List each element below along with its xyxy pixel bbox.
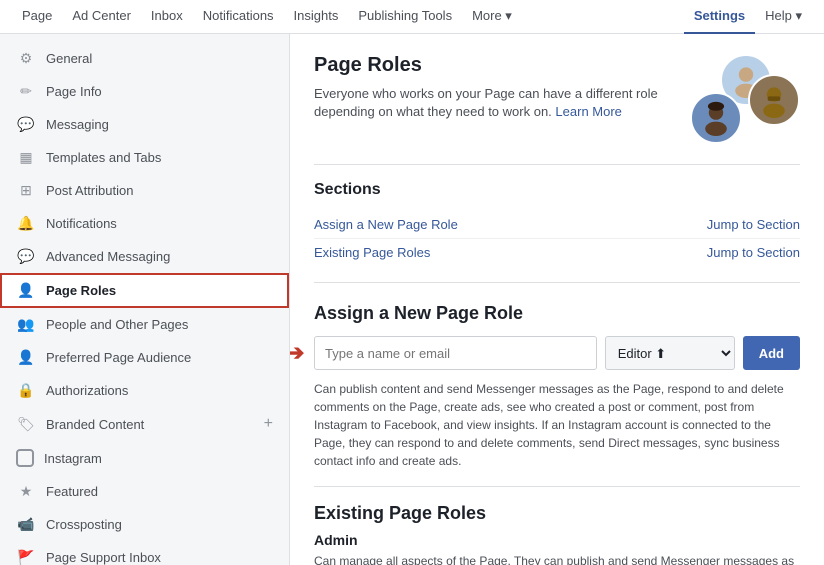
learn-more-link[interactable]: Learn More [555, 104, 621, 119]
page-roles-title: Page Roles [314, 54, 660, 77]
post-icon: ⊞ [16, 182, 36, 199]
main-content: Page Roles Everyone who works on your Pa… [290, 34, 824, 565]
sidebar-item-page-info[interactable]: ✏ Page Info [0, 75, 289, 108]
divider-1 [314, 164, 800, 165]
existing-roles-title: Existing Page Roles [314, 503, 800, 524]
sidebar-item-branded-content[interactable]: 🏷 Branded Content + [0, 407, 289, 441]
sidebar-label-authorizations: Authorizations [46, 383, 128, 398]
sidebar-label-instagram: Instagram [44, 451, 102, 466]
plus-icon[interactable]: + [264, 415, 273, 433]
add-button[interactable]: Add [743, 336, 800, 370]
divider-2 [314, 282, 800, 283]
existing-roles-section: Existing Page Roles Admin Can manage all… [314, 503, 800, 565]
sidebar-label-advanced-messaging: Advanced Messaging [46, 249, 170, 264]
nav-item-page[interactable]: Page [12, 0, 62, 34]
sidebar-item-crossposting[interactable]: 📹 Crossposting [0, 508, 289, 541]
sections-title: Sections [314, 181, 800, 199]
sidebar-item-instagram[interactable]: Instagram [0, 441, 289, 475]
sidebar-label-preferred-audience: Preferred Page Audience [46, 350, 191, 365]
name-email-input[interactable] [314, 336, 597, 370]
chat-icon: 💬 [16, 116, 36, 133]
top-nav-right: Settings Help ▾ [684, 0, 812, 34]
sidebar-item-messaging[interactable]: 💬 Messaging [0, 108, 289, 141]
red-arrow-icon: ➔ [290, 340, 304, 366]
sidebar-item-preferred-audience[interactable]: 👤 Preferred Page Audience [0, 341, 289, 374]
people-icon: 👥 [16, 316, 36, 333]
sidebar-item-page-roles[interactable]: 👤 Page Roles [0, 273, 289, 308]
star-icon: ★ [16, 483, 36, 500]
page-layout: ⚙ General ✏ Page Info 💬 Messaging ▦ Temp… [0, 34, 824, 565]
sidebar-label-messaging: Messaging [46, 117, 109, 132]
gear-icon: ⚙ [16, 50, 36, 67]
sidebar-label-featured: Featured [46, 484, 98, 499]
jump-to-existing[interactable]: Jump to Section [707, 245, 800, 260]
sidebar-item-templates[interactable]: ▦ Templates and Tabs [0, 141, 289, 174]
top-navigation: Page Ad Center Inbox Notifications Insig… [0, 0, 824, 34]
bell-icon: 🔔 [16, 215, 36, 232]
admin-desc: Can manage all aspects of the Page. They… [314, 552, 800, 565]
grid-icon: ▦ [16, 149, 36, 166]
avatar-3 [690, 92, 742, 144]
user-icon: 👤 [16, 282, 36, 299]
instagram-icon [16, 449, 34, 467]
page-roles-description: Page Roles Everyone who works on your Pa… [314, 54, 660, 121]
section-link-row-1: Assign a New Page Role Jump to Section [314, 211, 800, 239]
sections-block: Sections Assign a New Page Role Jump to … [314, 181, 800, 266]
video-icon: 📹 [16, 516, 36, 533]
page-roles-header: Page Roles Everyone who works on your Pa… [314, 54, 800, 144]
nav-item-inbox[interactable]: Inbox [141, 0, 193, 34]
sidebar-label-page-info: Page Info [46, 84, 102, 99]
assign-description: Can publish content and send Messenger m… [314, 380, 800, 470]
sidebar-label-people: People and Other Pages [46, 317, 188, 332]
sidebar-label-notifications: Notifications [46, 216, 117, 231]
message-icon: 💬 [16, 248, 36, 265]
sidebar-item-people[interactable]: 👥 People and Other Pages [0, 308, 289, 341]
lock-icon: 🔒 [16, 382, 36, 399]
avatars-group [670, 54, 800, 144]
sidebar-label-branded-content: Branded Content [46, 417, 144, 432]
avatar-2 [748, 74, 800, 126]
sidebar-label-post-attribution: Post Attribution [46, 183, 133, 198]
admin-role-block: Admin Can manage all aspects of the Page… [314, 532, 800, 565]
nav-item-notifications[interactable]: Notifications [193, 0, 284, 34]
sidebar-label-crossposting: Crossposting [46, 517, 122, 532]
existing-roles-link[interactable]: Existing Page Roles [314, 245, 430, 260]
sidebar-item-advanced-messaging[interactable]: 💬 Advanced Messaging [0, 240, 289, 273]
jump-to-assign[interactable]: Jump to Section [707, 217, 800, 232]
sidebar-label-support-inbox: Page Support Inbox [46, 550, 161, 565]
audience-icon: 👤 [16, 349, 36, 366]
sidebar-label-general: General [46, 51, 92, 66]
divider-3 [314, 486, 800, 487]
assign-new-role-section: Assign a New Page Role ➔ Editor ⬆ Admin … [314, 303, 800, 470]
assign-form: Editor ⬆ Admin Moderator Advertiser Anal… [314, 336, 800, 370]
assign-input-row: ➔ Editor ⬆ Admin Moderator Advertiser An… [314, 336, 800, 370]
nav-item-settings[interactable]: Settings [684, 0, 755, 34]
role-select[interactable]: Editor ⬆ Admin Moderator Advertiser Anal… [605, 336, 735, 370]
nav-item-adcenter[interactable]: Ad Center [62, 0, 141, 34]
sidebar-item-featured[interactable]: ★ Featured [0, 475, 289, 508]
sidebar-label-templates: Templates and Tabs [46, 150, 161, 165]
pencil-icon: ✏ [16, 83, 36, 100]
sidebar-item-support-inbox[interactable]: 🚩 Page Support Inbox [0, 541, 289, 565]
sidebar-label-page-roles: Page Roles [46, 283, 116, 298]
tag-icon: 🏷 [16, 416, 36, 433]
sidebar-item-authorizations[interactable]: 🔒 Authorizations [0, 374, 289, 407]
sidebar: ⚙ General ✏ Page Info 💬 Messaging ▦ Temp… [0, 34, 290, 565]
assign-title: Assign a New Page Role [314, 303, 800, 324]
nav-item-publishing-tools[interactable]: Publishing Tools [348, 0, 462, 34]
sidebar-item-general[interactable]: ⚙ General [0, 42, 289, 75]
nav-item-help[interactable]: Help ▾ [755, 0, 812, 34]
sidebar-item-post-attribution[interactable]: ⊞ Post Attribution [0, 174, 289, 207]
sidebar-item-notifications[interactable]: 🔔 Notifications [0, 207, 289, 240]
nav-item-more[interactable]: More ▾ [462, 0, 522, 34]
nav-item-insights[interactable]: Insights [284, 0, 349, 34]
flag-icon: 🚩 [16, 549, 36, 565]
assign-new-role-link[interactable]: Assign a New Page Role [314, 217, 458, 232]
admin-title: Admin [314, 532, 800, 548]
page-roles-desc-text: Everyone who works on your Page can have… [314, 85, 660, 121]
section-link-row-2: Existing Page Roles Jump to Section [314, 239, 800, 266]
